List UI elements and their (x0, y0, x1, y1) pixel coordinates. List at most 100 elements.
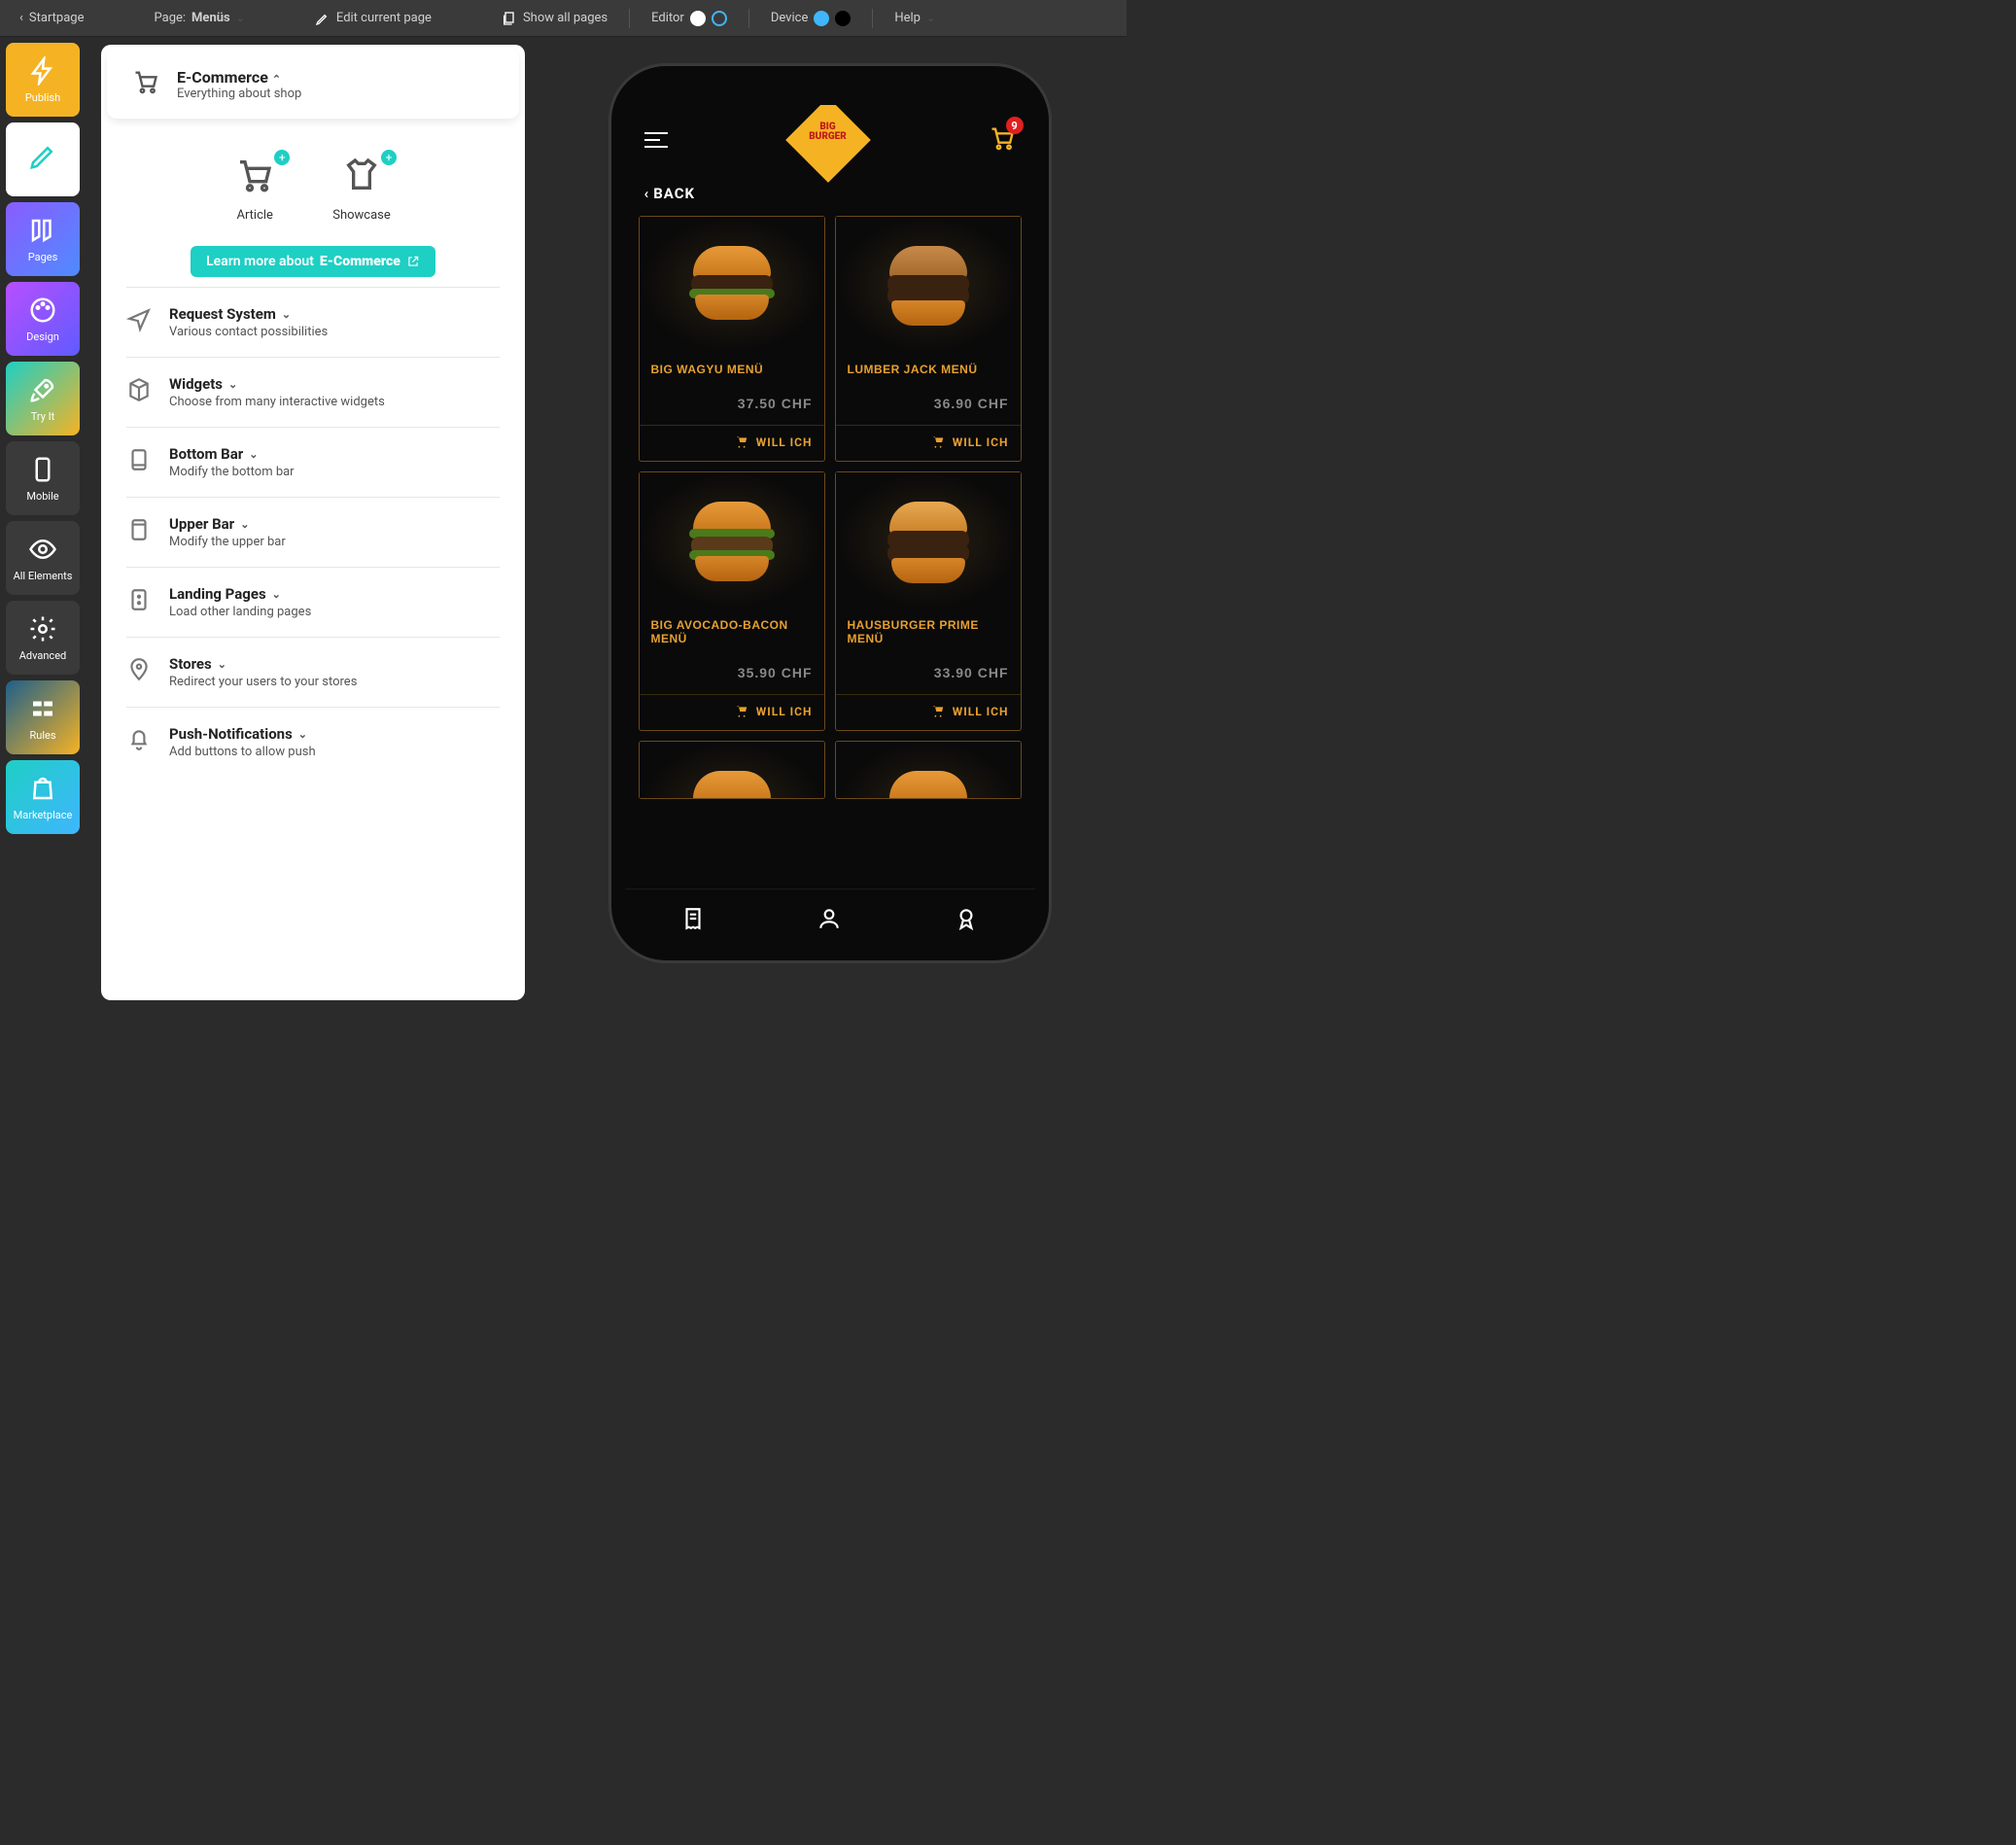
pencil-icon (28, 142, 57, 171)
elements-panel: E-Commerce ⌃ Everything about shop + Art… (86, 37, 533, 1008)
device-toggle[interactable]: Device (763, 7, 859, 30)
tile-article-label: Article (236, 208, 272, 223)
rail-advanced-label: Advanced (19, 649, 66, 662)
rules-icon (28, 694, 57, 723)
add-to-cart-button[interactable]: WILL ICH (640, 694, 824, 718)
cart-icon (735, 705, 748, 718)
rail-rules[interactable]: Rules (6, 680, 80, 754)
menu-name: LUMBER JACK MENÜ (836, 353, 1021, 380)
rail-design[interactable]: Design (6, 282, 80, 356)
page-dropdown[interactable]: Page: Menüs ⌄ (147, 7, 253, 29)
palette-icon (28, 296, 57, 325)
help-label: Help (894, 11, 921, 25)
cube-icon (126, 377, 152, 402)
rail-marketplace[interactable]: Marketplace (6, 760, 80, 834)
add-to-cart-button[interactable]: WILL ICH (640, 425, 824, 449)
section-sub: Choose from many interactive widgets (169, 395, 385, 409)
chevron-left-icon: ‹ (19, 11, 23, 25)
location-icon (126, 657, 152, 682)
learn-prefix: Learn more about (206, 254, 314, 269)
device-dark-icon (835, 11, 851, 26)
page-prefix: Page: (155, 11, 187, 25)
menu-name: BIG AVOCADO-BACON MENÜ (640, 609, 824, 649)
cart-icon (132, 68, 159, 95)
section-sub: Modify the bottom bar (169, 465, 295, 479)
rail-all-elements[interactable]: All Elements (6, 521, 80, 595)
chevron-down-icon: ⌄ (236, 12, 245, 24)
menu-image (640, 742, 824, 799)
chevron-up-icon: ⌃ (272, 73, 281, 86)
menu-image (836, 472, 1021, 609)
menu-card[interactable]: BIG AVOCADO-BACON MENÜ 35.90 CHF WILL IC… (639, 471, 825, 731)
menu-card[interactable] (835, 741, 1022, 799)
cart-icon (235, 156, 274, 194)
learn-more-button[interactable]: Learn more about E-Commerce (191, 246, 435, 277)
rail-tryit[interactable]: Try It (6, 362, 80, 435)
section-request-system[interactable]: Request System ⌄ Various contact possibil… (126, 287, 500, 357)
cart-icon (931, 705, 945, 718)
menu-card[interactable]: HAUSBURGER PRIME MENÜ 33.90 CHF WILL ICH (835, 471, 1022, 731)
section-title: Request System (169, 305, 276, 323)
plus-icon: + (381, 150, 397, 165)
bolt-icon (28, 56, 57, 86)
add-to-cart-button[interactable]: WILL ICH (836, 425, 1021, 449)
help-dropdown[interactable]: Help ⌄ (886, 7, 943, 29)
edit-page-label: Edit current page (336, 11, 432, 25)
receipt-icon[interactable] (680, 906, 706, 931)
chevron-down-icon: ⌄ (249, 448, 258, 461)
rail-mobile-label: Mobile (26, 490, 58, 503)
section-push-notifications[interactable]: Push-Notifications ⌄Add buttons to allow… (126, 707, 500, 777)
add-to-cart-button[interactable]: WILL ICH (836, 694, 1021, 718)
tile-showcase-label: Showcase (332, 208, 391, 223)
tile-article[interactable]: + Article (235, 156, 274, 223)
chevron-down-icon: ⌄ (240, 518, 249, 531)
section-stores[interactable]: Stores ⌄Redirect your users to your stor… (126, 637, 500, 707)
hamburger-icon[interactable] (644, 132, 668, 148)
rail-design-label: Design (26, 331, 59, 343)
user-icon[interactable] (817, 906, 842, 931)
rail-edit[interactable] (6, 122, 80, 196)
editor-toggle[interactable]: Editor (643, 7, 735, 30)
section-widgets[interactable]: Widgets ⌄ Choose from many interactive wi… (126, 357, 500, 427)
section-title: Push-Notifications (169, 725, 293, 743)
eye-icon (28, 535, 57, 564)
menu-card[interactable] (639, 741, 825, 799)
menu-card[interactable]: BIG WAGYU MENÜ 37.50 CHF WILL ICH (639, 216, 825, 462)
section-bottom-bar[interactable]: Bottom Bar ⌄Modify the bottom bar (126, 427, 500, 497)
section-upper-bar[interactable]: Upper Bar ⌄Modify the upper bar (126, 497, 500, 567)
chevron-down-icon: ⌄ (272, 588, 281, 601)
section-sub: Modify the upper bar (169, 535, 286, 549)
rail-mobile[interactable]: Mobile (6, 441, 80, 515)
chevron-down-icon: ⌄ (218, 658, 226, 671)
rail-advanced[interactable]: Advanced (6, 601, 80, 675)
cart-button[interactable]: 9 (989, 124, 1016, 156)
chevron-down-icon: ⌄ (298, 728, 307, 741)
bottom-nav (625, 888, 1035, 947)
panel-header-ecommerce[interactable]: E-Commerce ⌃ Everything about shop (107, 49, 519, 119)
chevron-down-icon: ⌄ (228, 378, 237, 391)
section-sub: Various contact possibilities (169, 325, 328, 339)
edit-page-button[interactable]: Edit current page (307, 7, 439, 30)
tile-showcase[interactable]: + Showcase (332, 156, 391, 223)
rail-publish[interactable]: Publish (6, 43, 80, 117)
section-landing-pages[interactable]: Landing Pages ⌄Load other landing pages (126, 567, 500, 637)
menu-price: 35.90 CHF (640, 649, 824, 688)
startpage-link[interactable]: ‹ Startpage (12, 7, 92, 29)
pencil-icon (315, 11, 330, 26)
phone-frame: BIGBURGER 9 ‹ BACK BIG WAGYU MENÜ 37.5 (611, 66, 1049, 960)
back-button[interactable]: ‹ BACK (625, 179, 1035, 216)
section-title: Landing Pages (169, 585, 266, 603)
chevron-down-icon: ⌄ (282, 308, 291, 321)
menu-image (836, 742, 1021, 799)
menu-card[interactable]: LUMBER JACK MENÜ 36.90 CHF WILL ICH (835, 216, 1022, 462)
award-icon[interactable] (954, 906, 979, 931)
menu-price: 37.50 CHF (640, 380, 824, 419)
editor-mode-light-icon (690, 11, 706, 26)
show-all-pages-button[interactable]: Show all pages (494, 7, 615, 30)
menu-image (640, 472, 824, 609)
rail-pages[interactable]: Pages (6, 202, 80, 276)
page-name: Menüs (191, 11, 230, 25)
cart-icon (735, 435, 748, 449)
section-title: Widgets (169, 375, 223, 393)
chevron-left-icon: ‹ (644, 185, 650, 202)
